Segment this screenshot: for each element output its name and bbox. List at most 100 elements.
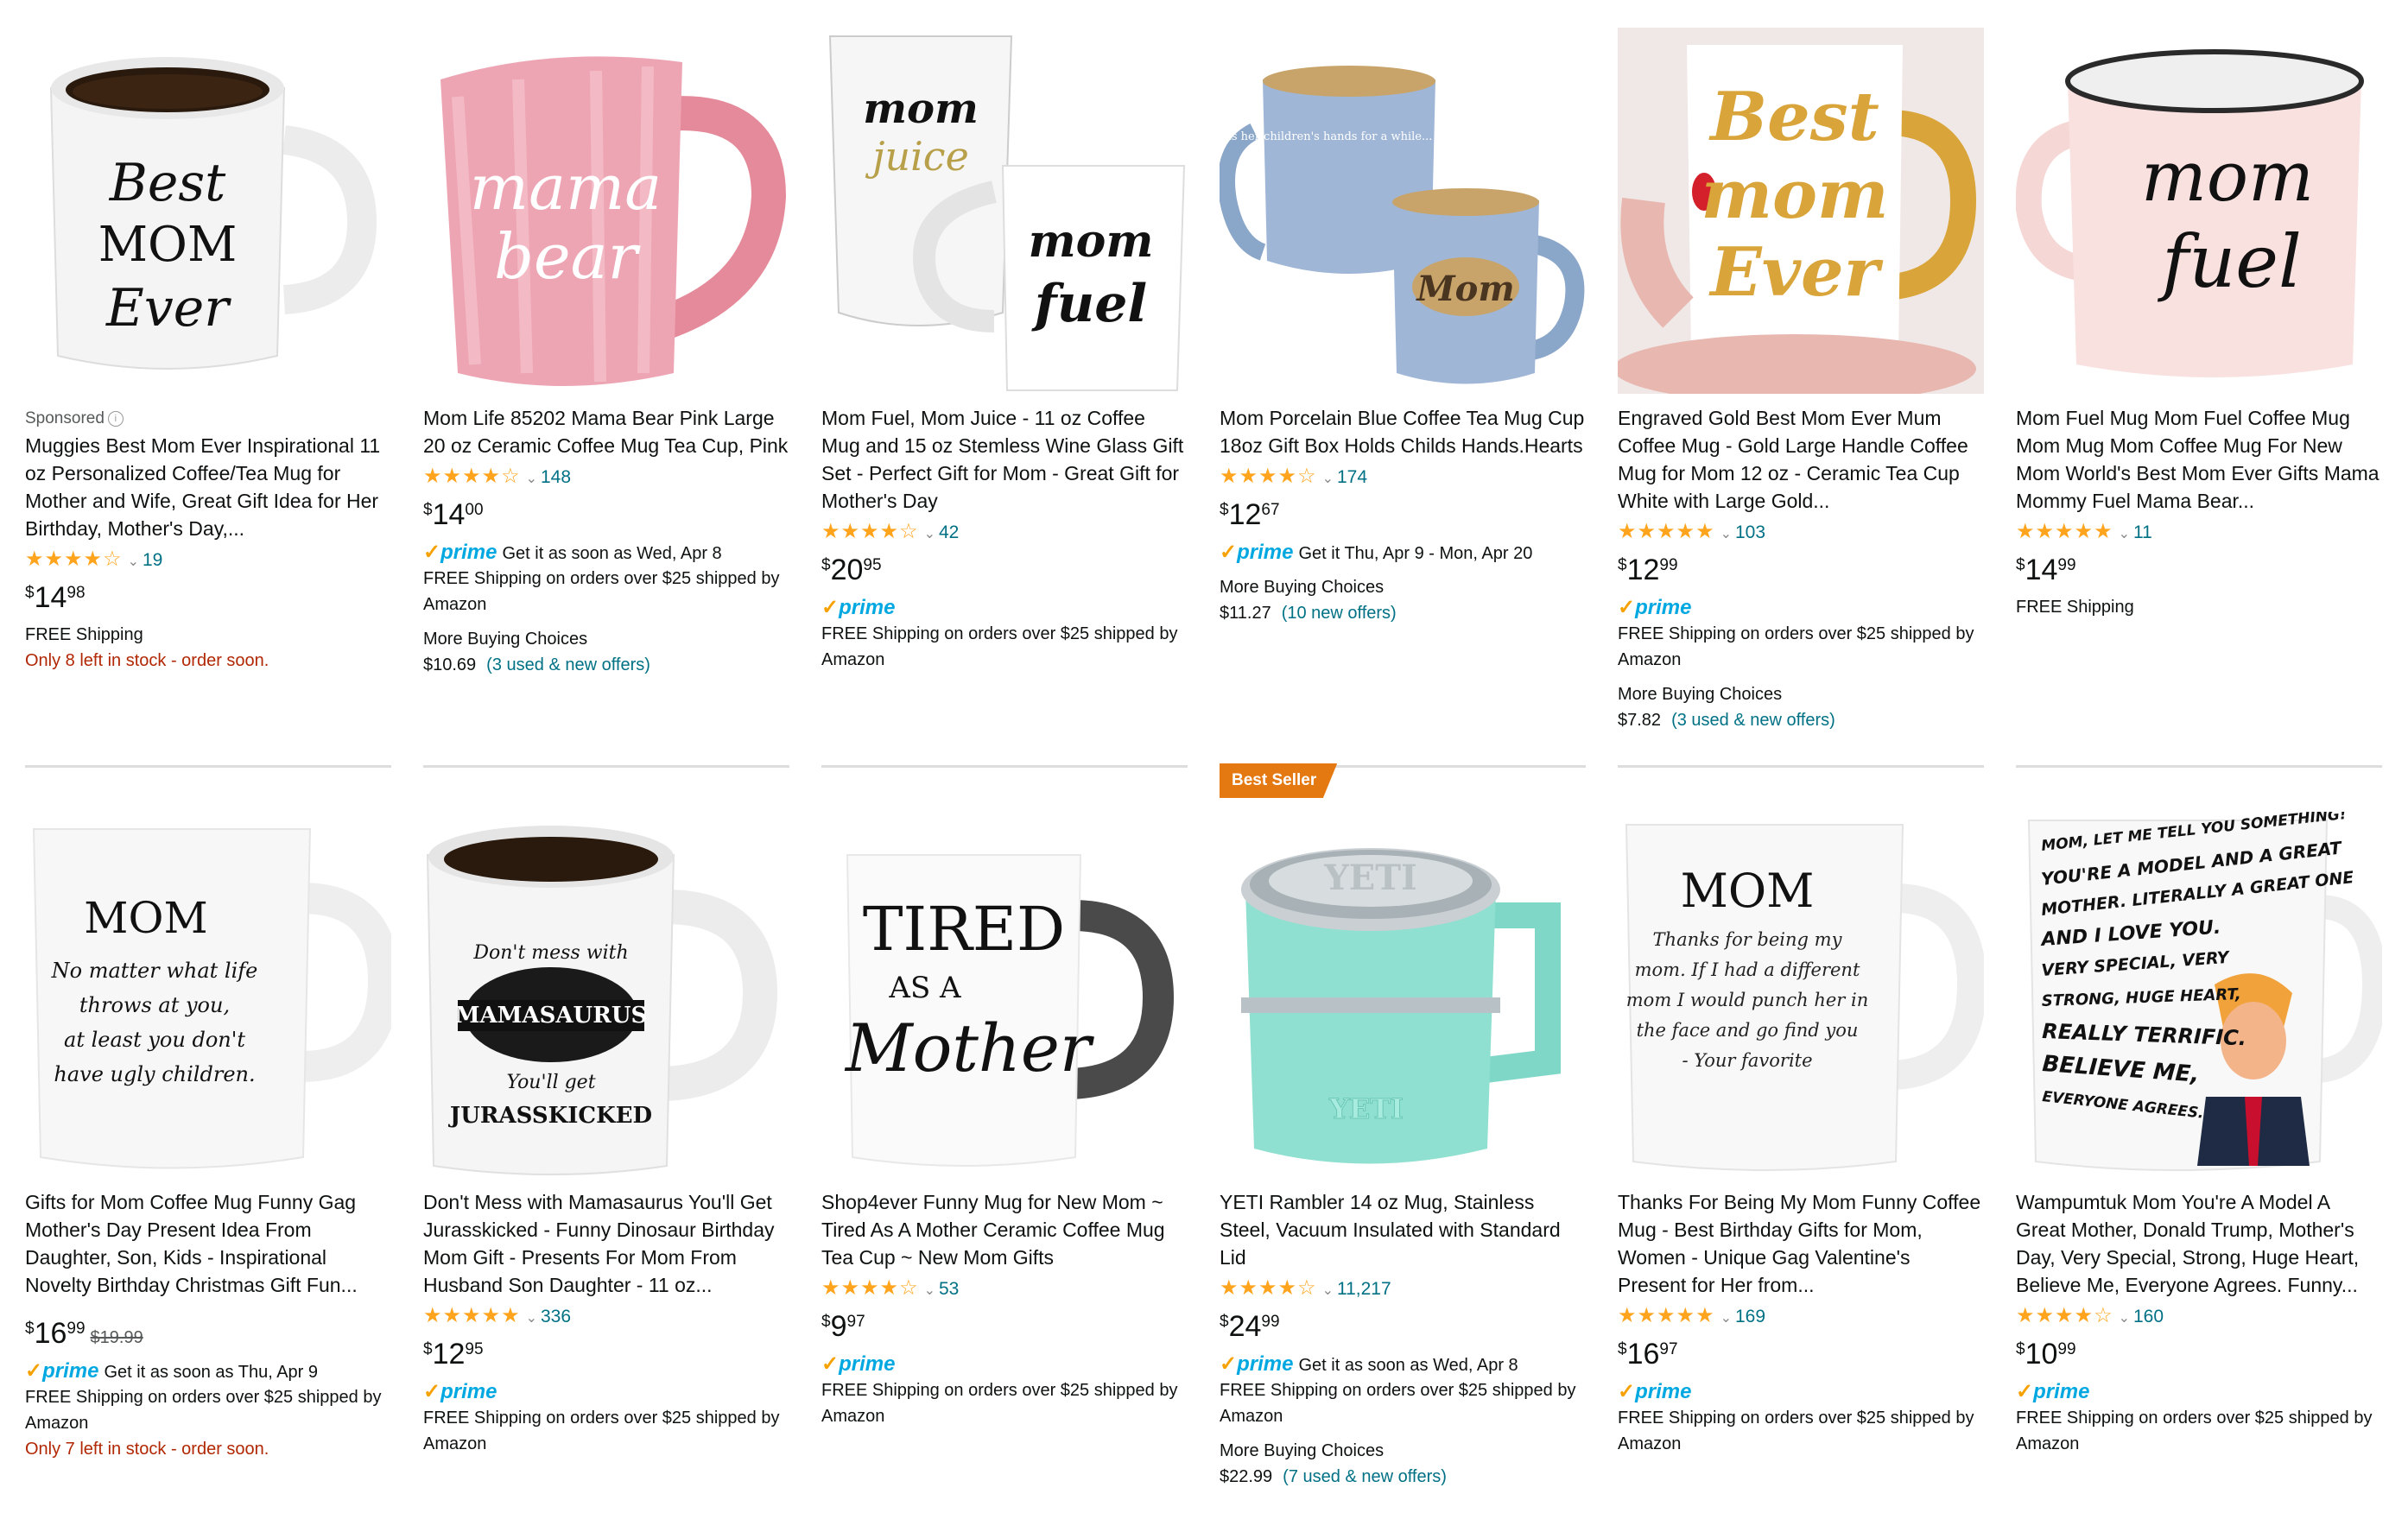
product-title[interactable]: Thanks For Being My Mom Funny Coffee Mug… (1618, 1188, 1984, 1299)
mug-image: mom juice mom fuel (821, 28, 1188, 394)
product-image[interactable]: MOM, LET ME TELL YOU SOMETHING! YOU'RE A… (2016, 812, 2382, 1178)
rating-count[interactable]: 148 (541, 467, 571, 487)
shipping-text: FREE Shipping (25, 625, 143, 644)
prime-line: ✓prime (821, 596, 1188, 621)
price[interactable]: $1699 $19.99 (25, 1316, 391, 1351)
price-whole: 10 (2025, 1338, 2058, 1371)
star-rating-icon[interactable]: ★★★★☆ (1220, 465, 1317, 488)
product-title[interactable]: Gifts for Mom Coffee Mug Funny Gag Mothe… (25, 1188, 391, 1299)
rating-count[interactable]: 53 (939, 1279, 959, 1299)
chevron-down-icon[interactable]: ⌄ (1322, 1283, 1334, 1298)
price[interactable]: $1299 (1618, 553, 1984, 587)
product-card: Best MOM Ever Sponsored i Muggies Best Mo… (25, 28, 391, 674)
price[interactable]: $1498 (25, 580, 391, 615)
product-title[interactable]: Shop4ever Funny Mug for New Mom ~ Tired … (821, 1188, 1188, 1271)
offers-link[interactable]: (3 used & new offers) (1671, 711, 1835, 730)
product-title[interactable]: Mom Fuel Mug Mom Fuel Coffee Mug Mom Mug… (2016, 404, 2382, 515)
product-title[interactable]: Wampumtuk Mom You're A Model A Great Mot… (2016, 1188, 2382, 1299)
rating-count[interactable]: 336 (541, 1307, 571, 1326)
chevron-down-icon[interactable]: ⌄ (2119, 1311, 2130, 1326)
price[interactable]: $1697 (1618, 1337, 1984, 1371)
rating-count[interactable]: 174 (1337, 467, 1367, 487)
star-rating-icon[interactable]: ★★★★★ (1618, 1304, 1715, 1327)
product-image[interactable]: MOM No matter what life throws at you, a… (25, 812, 391, 1178)
price[interactable]: $2499 (1220, 1309, 1586, 1344)
star-rating-icon[interactable]: ★★★★★ (2016, 520, 2113, 543)
rating: ★★★★☆ ⌄ 19 (25, 548, 391, 572)
product-title[interactable]: Mom Life 85202 Mama Bear Pink Large 20 o… (423, 404, 789, 459)
product-image[interactable]: Don't mess with MAMASAURUS You'll get JU… (423, 812, 789, 1178)
product-image[interactable]: A mother holds her children's hands for … (1220, 28, 1586, 394)
product-image[interactable]: mom juice mom fuel (821, 28, 1188, 394)
mug-print: Best (109, 153, 226, 213)
best-seller-badge: Best Seller (1220, 763, 1338, 798)
rating-count[interactable]: 160 (2133, 1307, 2164, 1326)
rating-count[interactable]: 42 (939, 522, 959, 542)
stock-warning: Only 7 left in stock - order soon. (25, 1440, 269, 1459)
rating-count[interactable]: 11,217 (1337, 1279, 1391, 1299)
chevron-down-icon[interactable]: ⌄ (526, 472, 537, 486)
rating-count[interactable]: 11 (2133, 522, 2152, 542)
star-rating-icon[interactable]: ★★★★☆ (1220, 1276, 1317, 1300)
product-image[interactable]: TIRED AS A Mother (821, 812, 1188, 1178)
chevron-down-icon[interactable]: ⌄ (1720, 1311, 1732, 1326)
star-rating-icon[interactable]: ★★★★☆ (423, 465, 521, 488)
product-image[interactable]: Best MOM Ever (25, 28, 391, 394)
star-rating-icon[interactable]: ★★★★☆ (821, 520, 919, 543)
chevron-down-icon[interactable]: ⌄ (2119, 527, 2130, 541)
star-rating-icon[interactable]: ★★★★★ (423, 1304, 521, 1327)
product-image[interactable]: mom fuel (2016, 28, 2382, 394)
price[interactable]: $1267 (1220, 497, 1586, 532)
sponsored-label: Sponsored i (25, 409, 391, 428)
product-title[interactable]: Don't Mess with Mamasaurus You'll Get Ju… (423, 1188, 789, 1299)
price[interactable]: $1099 (2016, 1337, 2382, 1371)
offers-link[interactable]: (3 used & new offers) (486, 655, 650, 674)
product-title[interactable]: Mom Fuel, Mom Juice - 11 oz Coffee Mug a… (821, 404, 1188, 515)
product-title[interactable]: YETI Rambler 14 oz Mug, Stainless Steel,… (1220, 1188, 1586, 1271)
prime-logo-icon: ✓prime (1220, 1352, 1294, 1376)
offers-link[interactable]: (10 new offers) (1282, 604, 1397, 623)
price[interactable]: $2095 (821, 553, 1188, 587)
rating-count[interactable]: 169 (1735, 1307, 1765, 1326)
product-title[interactable]: Engraved Gold Best Mom Ever Mum Coffee M… (1618, 404, 1984, 515)
mug-print: Mom (1415, 269, 1514, 309)
price[interactable]: $1400 (423, 497, 789, 532)
prime-label: prime (839, 596, 896, 619)
info-icon[interactable]: i (107, 410, 124, 427)
price-fraction: 67 (1261, 501, 1280, 519)
chevron-down-icon[interactable]: ⌄ (526, 1311, 537, 1326)
product-title[interactable]: Muggies Best Mom Ever Inspirational 11 o… (25, 432, 391, 542)
price[interactable]: $1295 (423, 1337, 789, 1371)
prime-line: ✓prime Get it Thu, Apr 9 - Mon, Apr 20 (1220, 541, 1586, 566)
price[interactable]: $997 (821, 1309, 1188, 1344)
chevron-down-icon[interactable]: ⌄ (924, 527, 935, 541)
rating-count[interactable]: 19 (143, 550, 162, 570)
delivery-date: Get it Thu, Apr 9 - Mon, Apr 20 (1298, 544, 1533, 563)
chevron-down-icon[interactable]: ⌄ (924, 1283, 935, 1298)
mug-print: TIRED (863, 894, 1065, 965)
mug-print: have ugly children. (54, 1062, 255, 1086)
mug-image: Best mom Ever (1618, 28, 1984, 394)
rating: ★★★★☆ ⌄ 53 (821, 1276, 1188, 1301)
star-rating-icon[interactable]: ★★★★☆ (25, 548, 123, 571)
chevron-down-icon[interactable]: ⌄ (128, 554, 139, 569)
mug-print: at least you don't (64, 1028, 245, 1052)
product-image[interactable]: YETI YETI (1220, 812, 1586, 1178)
price-fraction: 99 (2057, 556, 2076, 574)
product-image[interactable]: mama bear (423, 28, 789, 394)
chevron-down-icon[interactable]: ⌄ (1322, 472, 1334, 486)
product-card: Best mom Ever Engraved Gold Best Mom Eve… (1618, 28, 1984, 733)
offers-link[interactable]: (7 used & new offers) (1283, 1467, 1447, 1486)
price-symbol: $ (2016, 556, 2025, 574)
price-fraction: 95 (863, 556, 882, 574)
star-rating-icon[interactable]: ★★★★☆ (821, 1276, 919, 1300)
star-rating-icon[interactable]: ★★★★☆ (2016, 1304, 2113, 1327)
product-title[interactable]: Mom Porcelain Blue Coffee Tea Mug Cup 18… (1220, 404, 1586, 459)
star-rating-icon[interactable]: ★★★★★ (1618, 520, 1715, 543)
price[interactable]: $1499 (2016, 553, 2382, 587)
rating-count[interactable]: 103 (1735, 522, 1765, 542)
chevron-down-icon[interactable]: ⌄ (1720, 527, 1732, 541)
product-image[interactable]: MOM Thanks for being my mom. If I had a … (1618, 812, 1984, 1178)
product-image[interactable]: Best mom Ever (1618, 28, 1984, 394)
shipping-text: FREE Shipping on orders over $25 shipped… (1618, 1409, 1974, 1453)
